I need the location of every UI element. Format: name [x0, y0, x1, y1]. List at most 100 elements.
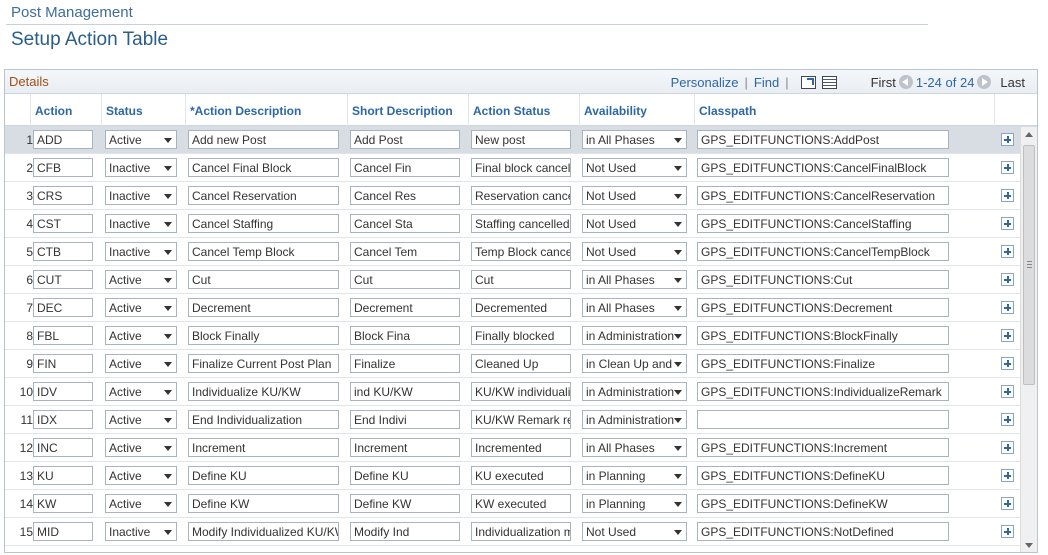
status-select[interactable]: Active [105, 382, 177, 401]
classpath-input[interactable]: GPS_EDITFUNCTIONS:DefineKW [697, 494, 949, 513]
action-status-input[interactable]: KU/KW Remark removed [471, 410, 571, 429]
short-description-input[interactable]: Cancel Res [350, 186, 460, 205]
add-row-icon[interactable] [1001, 161, 1014, 174]
first-link[interactable]: First [871, 75, 896, 90]
status-select[interactable]: Inactive [105, 522, 177, 541]
action-status-input[interactable]: Temp Block cancelled [471, 242, 571, 261]
status-select[interactable]: Inactive [105, 214, 177, 233]
action-status-input[interactable]: KW executed [471, 494, 571, 513]
availability-select[interactable]: in All Phases [582, 298, 687, 317]
availability-select[interactable]: Not Used [582, 242, 687, 261]
classpath-input[interactable]: GPS_EDITFUNCTIONS:NotDefined [697, 522, 949, 541]
status-select[interactable]: Inactive [105, 242, 177, 261]
classpath-input[interactable]: GPS_EDITFUNCTIONS:DefineKU [697, 466, 949, 485]
action-description-input[interactable]: Cancel Reservation [188, 186, 339, 205]
availability-select[interactable]: in All Phases [582, 438, 687, 457]
column-header-availability[interactable]: Availability [580, 94, 695, 126]
classpath-input[interactable]: GPS_EDITFUNCTIONS:CancelStaffing [697, 214, 949, 233]
action-description-input[interactable]: End Individualization [188, 410, 339, 429]
action-description-input[interactable]: Define KU [188, 466, 339, 485]
action-input[interactable]: DEC [33, 298, 93, 317]
column-header-status[interactable]: Status [102, 94, 186, 126]
vertical-scrollbar[interactable] [1020, 127, 1037, 552]
action-input[interactable]: CRS [33, 186, 93, 205]
action-description-input[interactable]: Modify Individualized KU/KW [188, 522, 339, 541]
column-header-action-description[interactable]: *Action Description [186, 94, 348, 126]
action-description-input[interactable]: Define KW [188, 494, 339, 513]
classpath-input[interactable]: GPS_EDITFUNCTIONS:BlockFinally [697, 326, 949, 345]
add-row-icon[interactable] [1001, 217, 1014, 230]
status-select[interactable]: Active [105, 466, 177, 485]
add-row-icon[interactable] [1001, 133, 1014, 146]
column-header-short-description[interactable]: Short Description [348, 94, 469, 126]
action-input[interactable]: CUT [33, 270, 93, 289]
add-row-icon[interactable] [1001, 301, 1014, 314]
action-description-input[interactable]: Cancel Temp Block [188, 242, 339, 261]
status-select[interactable]: Inactive [105, 158, 177, 177]
column-header-action-status[interactable]: Action Status [469, 94, 580, 126]
add-row-icon[interactable] [1001, 469, 1014, 482]
short-description-input[interactable]: Define KW [350, 494, 460, 513]
status-select[interactable]: Inactive [105, 186, 177, 205]
next-page-icon[interactable] [977, 75, 992, 89]
last-link[interactable]: Last [1000, 75, 1025, 90]
classpath-input[interactable]: GPS_EDITFUNCTIONS:Finalize [697, 354, 949, 373]
action-status-input[interactable]: Staffing cancelled [471, 214, 571, 233]
scroll-up-icon[interactable] [1021, 127, 1037, 143]
short-description-input[interactable]: Decrement [350, 298, 460, 317]
availability-select[interactable]: in Planning [582, 494, 687, 513]
action-input[interactable]: IDX [33, 410, 93, 429]
availability-select[interactable]: in All Phases [582, 130, 687, 149]
action-input[interactable]: KW [33, 494, 93, 513]
action-input[interactable]: FIN [33, 354, 93, 373]
find-link[interactable]: Find [754, 75, 779, 90]
view-all-icon[interactable] [800, 75, 816, 89]
classpath-input[interactable]: GPS_EDITFUNCTIONS:Decrement [697, 298, 949, 317]
availability-select[interactable]: Not Used [582, 522, 687, 541]
action-status-input[interactable]: Incremented [471, 438, 571, 457]
short-description-input[interactable]: Define KU [350, 466, 460, 485]
add-row-icon[interactable] [1001, 329, 1014, 342]
action-description-input[interactable]: Decrement [188, 298, 339, 317]
add-row-icon[interactable] [1001, 497, 1014, 510]
action-status-input[interactable]: KU executed [471, 466, 571, 485]
action-description-input[interactable]: Increment [188, 438, 339, 457]
add-row-icon[interactable] [1001, 273, 1014, 286]
action-input[interactable]: MID [33, 522, 93, 541]
classpath-input[interactable] [697, 410, 949, 429]
availability-select[interactable]: in Clean Up and [582, 354, 687, 373]
download-spreadsheet-icon[interactable] [821, 75, 837, 89]
classpath-input[interactable]: GPS_EDITFUNCTIONS:CancelFinalBlock [697, 158, 949, 177]
status-select[interactable]: Active [105, 298, 177, 317]
short-description-input[interactable]: Cancel Fin [350, 158, 460, 177]
action-status-input[interactable]: Decremented [471, 298, 571, 317]
add-row-icon[interactable] [1001, 441, 1014, 454]
short-description-input[interactable]: ind KU/KW [350, 382, 460, 401]
action-input[interactable]: CTB [33, 242, 93, 261]
status-select[interactable]: Active [105, 270, 177, 289]
status-select[interactable]: Active [105, 410, 177, 429]
action-input[interactable]: INC [33, 438, 93, 457]
action-description-input[interactable]: Add new Post [188, 130, 339, 149]
column-header-classpath[interactable]: Classpath [695, 94, 995, 126]
availability-select[interactable]: Not Used [582, 214, 687, 233]
action-status-input[interactable]: Individualization modified [471, 522, 571, 541]
action-status-input[interactable]: New post [471, 130, 571, 149]
availability-select[interactable]: in All Phases [582, 270, 687, 289]
action-input[interactable]: CFB [33, 158, 93, 177]
short-description-input[interactable]: Increment [350, 438, 460, 457]
availability-select[interactable]: in Administration [582, 410, 687, 429]
add-row-icon[interactable] [1001, 525, 1014, 538]
short-description-input[interactable]: Add Post [350, 130, 460, 149]
action-description-input[interactable]: Block Finally [188, 326, 339, 345]
action-status-input[interactable]: Cut [471, 270, 571, 289]
action-input[interactable]: FBL [33, 326, 93, 345]
status-select[interactable]: Active [105, 130, 177, 149]
previous-page-icon[interactable] [898, 75, 913, 89]
availability-select[interactable]: Not Used [582, 186, 687, 205]
action-input[interactable]: CST [33, 214, 93, 233]
short-description-input[interactable]: Finalize [350, 354, 460, 373]
action-description-input[interactable]: Cancel Staffing [188, 214, 339, 233]
short-description-input[interactable]: Modify Ind [350, 522, 460, 541]
add-row-icon[interactable] [1001, 245, 1014, 258]
